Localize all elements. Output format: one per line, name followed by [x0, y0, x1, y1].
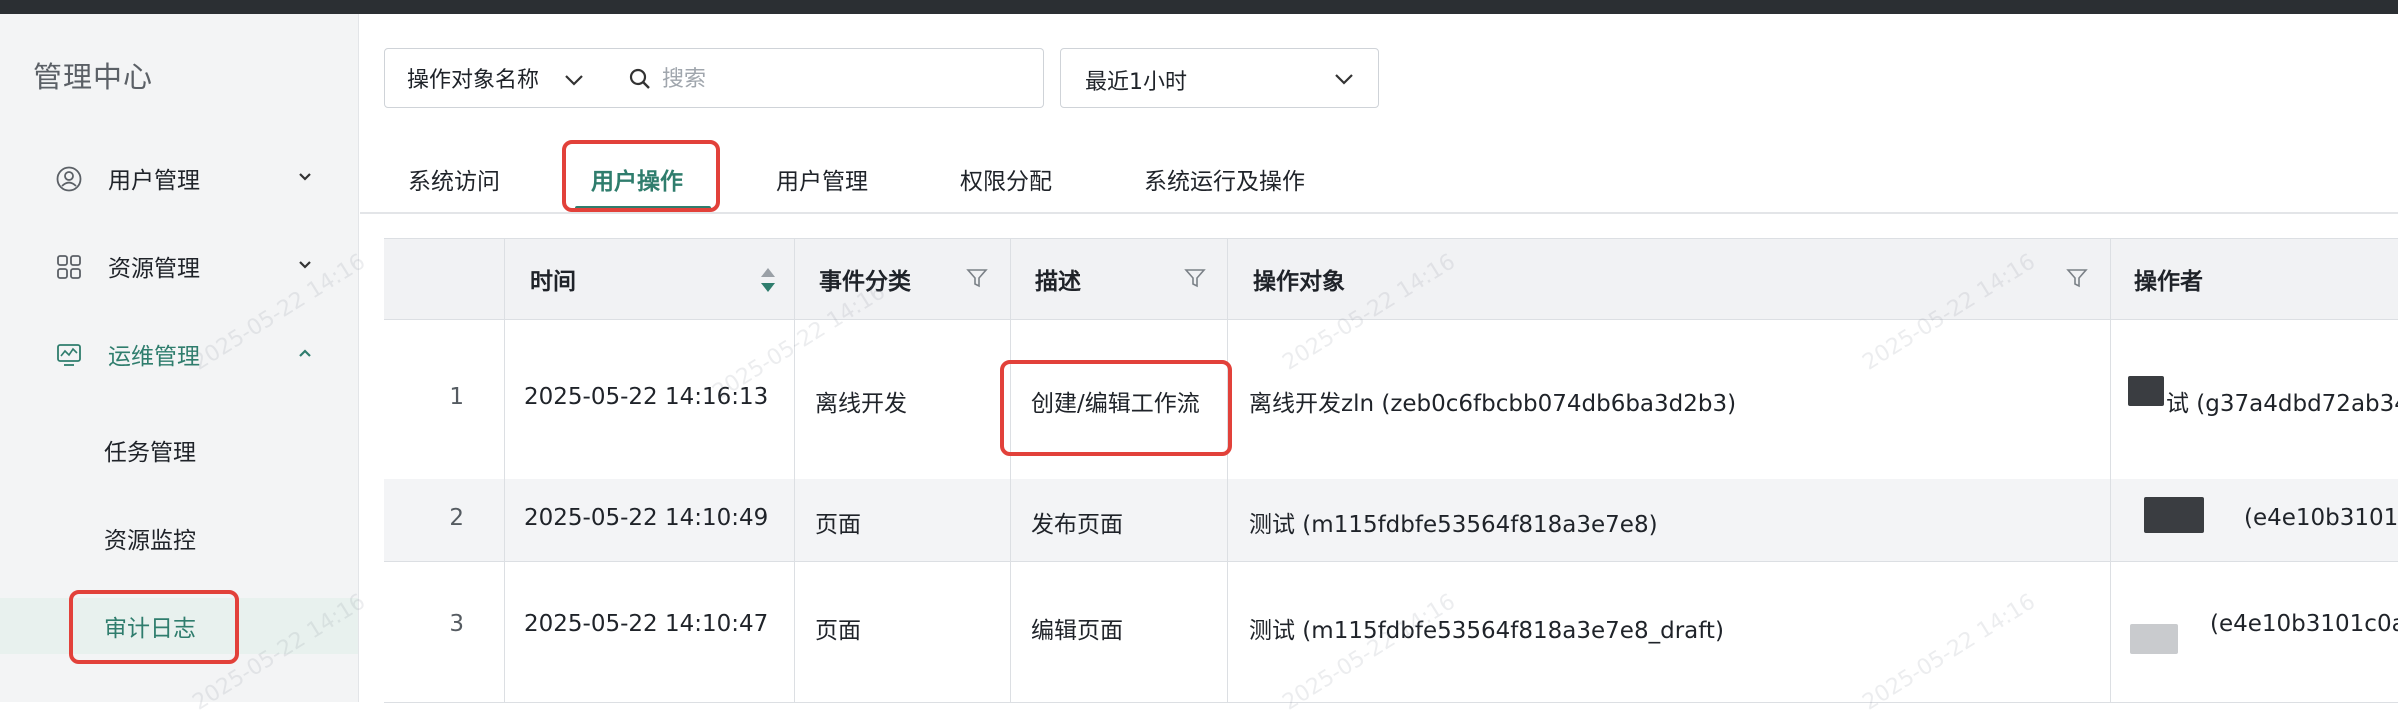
- chevron-down-icon: [299, 173, 311, 181]
- column-header-category: 事件分类: [819, 269, 911, 295]
- time-range-value: 最近1小时: [1085, 70, 1187, 95]
- search-icon: [629, 68, 650, 89]
- sidebar-title: 管理中心: [33, 60, 154, 94]
- user-circle-icon: [56, 166, 82, 192]
- sidebar-item-label: 用户管理: [108, 168, 200, 194]
- sidebar-item-ops-management[interactable]: 运维管理: [0, 324, 358, 384]
- sidebar-subitem-task-management[interactable]: 任务管理: [0, 422, 358, 478]
- table-row[interactable]: 3 2025-05-22 14:10:47 页面 编辑页面 测试 (m115fd…: [384, 561, 2398, 703]
- cell-operator: (e4e10b3101c0a: [2210, 611, 2398, 637]
- chevron-down-icon: [565, 75, 583, 86]
- filter-icon[interactable]: [2066, 267, 2088, 289]
- redacted-avatar: [2130, 624, 2178, 654]
- cell-operator: (e4e10b3101c0a: [2244, 505, 2398, 531]
- cell-operator: 试 (g37a4dbd72ab34: [2166, 391, 2398, 417]
- tab-permission[interactable]: 权限分配: [960, 162, 1052, 196]
- cell-time: 2025-05-22 14:10:49: [524, 505, 769, 531]
- sidebar: 管理中心 用户管理 资源管理 运维管理 任务管理 资源监控 审计日志: [0, 14, 359, 702]
- row-index: 1: [449, 384, 464, 410]
- chevron-down-icon: [1335, 74, 1353, 85]
- cell-target: 测试 (m115fdbfe53564f818a3e7e8_draft): [1249, 618, 1724, 644]
- sidebar-subitem-label: 资源监控: [104, 528, 196, 554]
- column-header-target: 操作对象: [1253, 269, 1345, 295]
- column-header-time[interactable]: 时间: [530, 239, 576, 319]
- column-divider: [794, 238, 795, 702]
- redacted-avatar: [2144, 497, 2204, 533]
- sort-icon[interactable]: [758, 265, 778, 295]
- cell-category: 离线开发: [815, 391, 907, 417]
- sidebar-subitem-label: 审计日志: [104, 616, 196, 642]
- cell-description: 发布页面: [1031, 512, 1123, 538]
- cell-description: 创建/编辑工作流: [1031, 391, 1200, 417]
- filter-icon[interactable]: [1184, 267, 1206, 289]
- cell-category: 页面: [815, 512, 861, 538]
- column-divider: [504, 238, 505, 702]
- tab-user-management[interactable]: 用户管理: [776, 162, 868, 196]
- row-index: 3: [449, 611, 464, 637]
- sidebar-item-resource-management[interactable]: 资源管理: [0, 236, 358, 296]
- cell-description: 编辑页面: [1031, 618, 1123, 644]
- chevron-down-icon: [299, 261, 311, 269]
- tab-system-access[interactable]: 系统访问: [408, 162, 500, 196]
- grid-icon: [57, 255, 81, 279]
- table-row[interactable]: 2 2025-05-22 14:10:49 页面 发布页面 测试 (m115fd…: [384, 479, 2398, 562]
- tab-user-operation[interactable]: 用户操作: [591, 162, 683, 196]
- column-divider: [1010, 238, 1011, 702]
- field-select[interactable]: 操作对象名称: [384, 48, 605, 108]
- redacted-avatar: [2128, 376, 2164, 406]
- column-header-operator: 操作者: [2134, 269, 2203, 295]
- row-index: 2: [449, 505, 464, 531]
- cell-time: 2025-05-22 14:10:47: [524, 611, 769, 637]
- column-header-description: 描述: [1035, 269, 1081, 295]
- active-tab-indicator: [575, 206, 711, 212]
- tab-system-ops[interactable]: 系统运行及操作: [1144, 162, 1305, 196]
- search-box[interactable]: [604, 48, 1044, 108]
- filter-icon[interactable]: [966, 267, 988, 289]
- sidebar-item-user-management[interactable]: 用户管理: [0, 148, 358, 208]
- window-top-bar: [0, 0, 2398, 14]
- cell-category: 页面: [815, 618, 861, 644]
- sidebar-item-label: 资源管理: [108, 256, 200, 282]
- column-divider: [2110, 238, 2111, 702]
- chevron-up-icon: [299, 349, 311, 357]
- column-divider: [1227, 238, 1228, 702]
- monitor-icon: [57, 344, 81, 366]
- field-select-value: 操作对象名称: [407, 68, 540, 93]
- table-row[interactable]: 1 2025-05-22 14:16:13 离线开发 创建/编辑工作流 离线开发…: [384, 318, 2398, 480]
- sidebar-subitem-audit-log[interactable]: 审计日志: [0, 598, 358, 654]
- search-input[interactable]: [660, 57, 1024, 101]
- cell-target: 测试 (m115fdbfe53564f818a3e7e8): [1249, 512, 1658, 538]
- table-header: 时间 事件分类 描述 操作对象 操作者: [384, 238, 2398, 320]
- cell-target: 离线开发zln (zeb0c6fbcbb074db6ba3d2b3): [1249, 391, 1737, 417]
- cell-time: 2025-05-22 14:16:13: [524, 384, 769, 410]
- time-range-select[interactable]: 最近1小时: [1060, 48, 1379, 108]
- sidebar-item-label: 运维管理: [108, 344, 200, 370]
- sidebar-subitem-label: 任务管理: [104, 440, 196, 466]
- tab-bar: 系统访问 用户操作 用户管理 权限分配 系统运行及操作: [360, 140, 2398, 214]
- sidebar-subitem-resource-monitor[interactable]: 资源监控: [0, 510, 358, 566]
